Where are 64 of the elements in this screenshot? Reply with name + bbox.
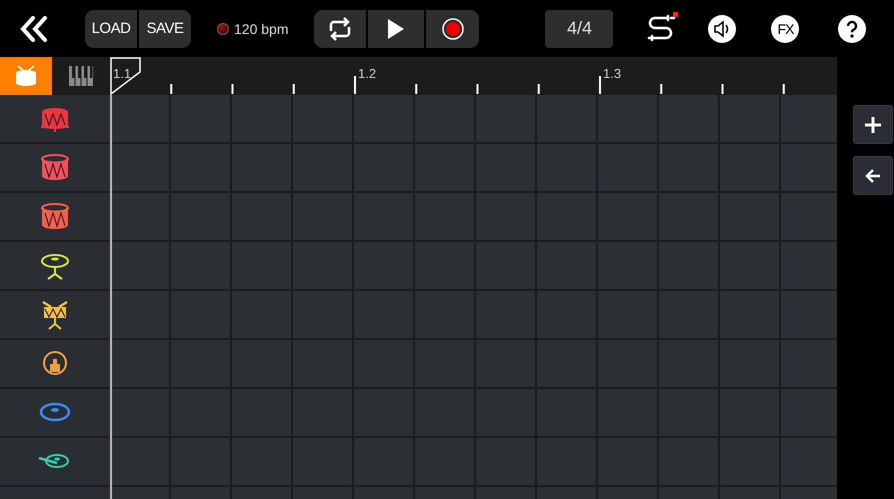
step-cell[interactable] — [110, 193, 169, 240]
tempo-label[interactable]: 120 bpm — [234, 20, 288, 36]
volume-button[interactable] — [708, 14, 736, 42]
back-arrow-button[interactable] — [852, 156, 892, 195]
record-button[interactable] — [426, 10, 480, 48]
play-button[interactable] — [368, 10, 424, 48]
step-cell[interactable] — [781, 193, 837, 240]
step-cell[interactable] — [476, 95, 535, 142]
speaker-icon — [708, 14, 736, 42]
step-cell[interactable] — [598, 95, 657, 142]
beat-tick — [599, 76, 601, 94]
piano-keys-icon — [69, 66, 93, 86]
step-cell[interactable] — [537, 95, 596, 142]
double-chevron-icon — [20, 16, 48, 42]
step-tick — [722, 84, 724, 94]
step-cell[interactable] — [781, 144, 837, 191]
step-cell[interactable] — [171, 95, 230, 142]
plus-icon — [864, 116, 882, 134]
add-track-button[interactable] — [852, 105, 892, 144]
step-cell[interactable] — [781, 438, 837, 485]
step-cell[interactable] — [415, 95, 474, 142]
step-cell[interactable] — [781, 291, 837, 338]
step-cell[interactable] — [110, 340, 169, 387]
step-cell[interactable] — [110, 95, 169, 142]
playhead-marker[interactable] — [110, 57, 141, 95]
tempo-indicator-icon — [217, 22, 229, 34]
drums-tab[interactable] — [0, 57, 52, 95]
load-button[interactable]: LOAD — [85, 10, 137, 48]
step-cell[interactable] — [110, 242, 169, 289]
step-cell[interactable] — [781, 95, 837, 142]
time-signature-button[interactable]: 4/4 — [545, 10, 614, 48]
bar-beat-label: 1.3 — [603, 66, 622, 81]
step-cell[interactable] — [232, 95, 291, 142]
step-cell[interactable] — [354, 95, 413, 142]
loop-button[interactable] — [314, 10, 366, 48]
record-icon — [442, 18, 464, 40]
step-cell[interactable] — [110, 438, 169, 485]
step-cell[interactable] — [720, 95, 779, 142]
fx-button[interactable]: FX — [771, 14, 800, 42]
help-icon — [838, 14, 866, 42]
step-cell[interactable] — [659, 95, 718, 142]
step-cell[interactable] — [110, 291, 169, 338]
step-cell[interactable] — [781, 389, 837, 436]
step-cell[interactable] — [781, 340, 837, 387]
drum-icon — [14, 65, 38, 87]
step-cell[interactable] — [110, 144, 169, 191]
step-tick — [232, 84, 234, 94]
help-button[interactable] — [838, 14, 866, 42]
left-arrow-icon — [864, 168, 880, 182]
step-tick — [415, 84, 418, 94]
step-tick — [170, 84, 172, 94]
save-button[interactable]: SAVE — [139, 10, 191, 48]
step-cell[interactable] — [781, 242, 837, 289]
play-icon — [387, 18, 406, 40]
beat-tick — [354, 76, 356, 94]
step-tick — [292, 84, 295, 94]
step-tick — [476, 84, 478, 94]
step-tick — [660, 84, 662, 94]
step-tick — [538, 84, 540, 94]
bar-beat-label: 1.1 — [113, 66, 132, 81]
step-tick — [782, 84, 785, 94]
bar-beat-label: 1.2 — [358, 66, 376, 81]
step-cell[interactable] — [110, 389, 169, 436]
step-cell[interactable] — [293, 95, 352, 142]
